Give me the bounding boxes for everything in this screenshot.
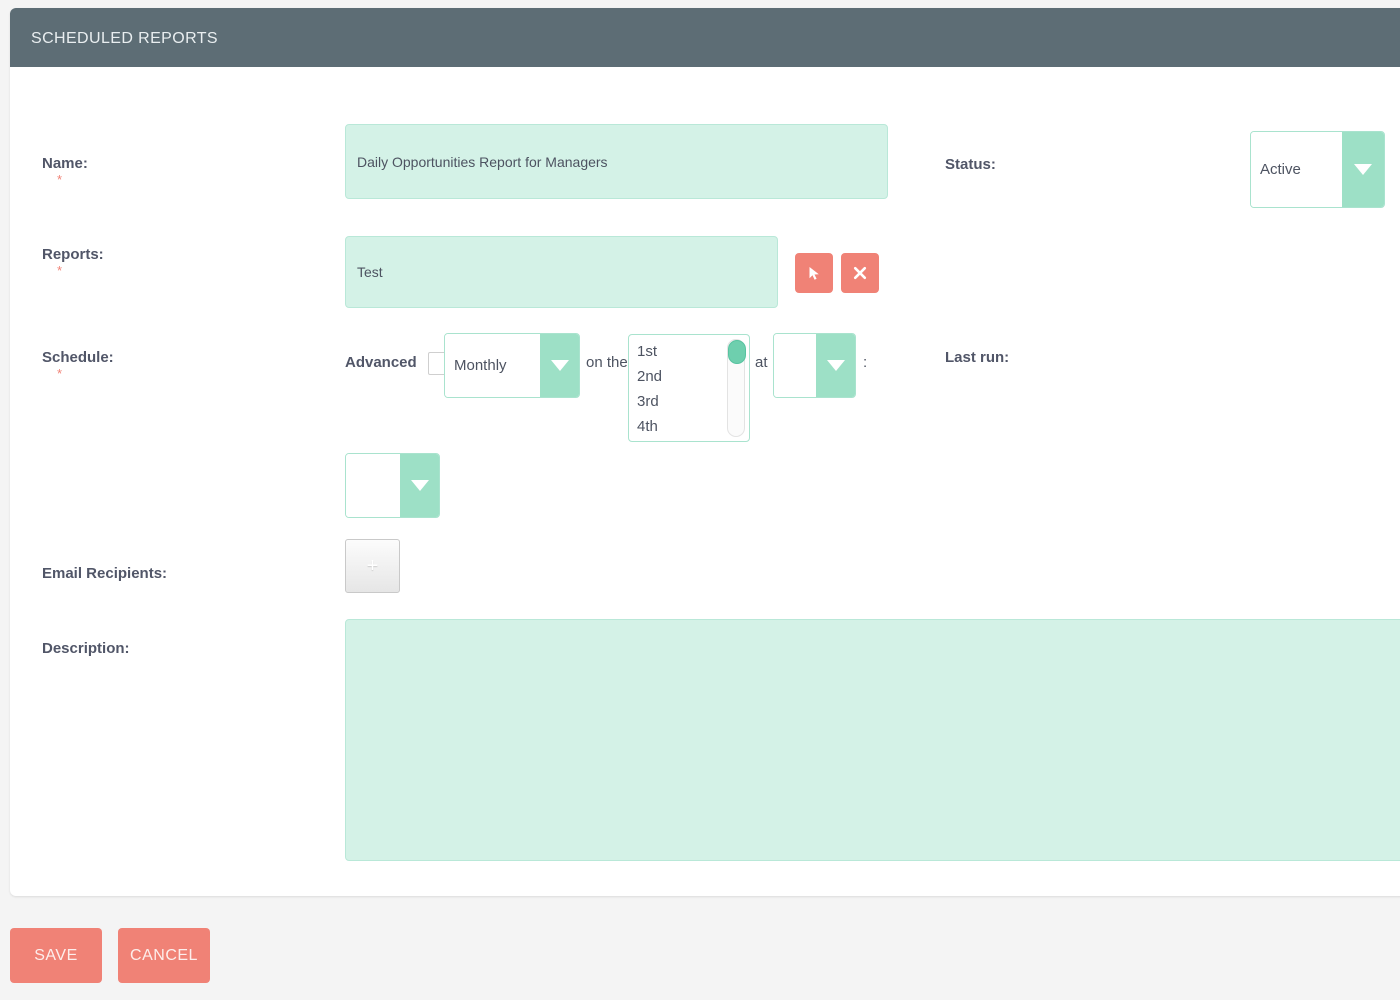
reports-label: Reports:: [42, 246, 104, 263]
chevron-down-icon: [827, 360, 845, 371]
description-textarea[interactable]: [345, 619, 1400, 861]
minute-select-value: [346, 454, 400, 517]
listbox-scrollbar[interactable]: [727, 339, 745, 437]
reports-required-asterisk: *: [57, 264, 62, 277]
name-label: Name:: [42, 155, 88, 172]
close-icon: [853, 266, 867, 280]
frequency-select-tab[interactable]: [540, 334, 579, 397]
status-select-tab[interactable]: [1342, 132, 1384, 207]
status-select-value: Active: [1251, 132, 1342, 207]
frequency-select[interactable]: Monthly: [444, 333, 580, 398]
last-run-label: Last run:: [945, 349, 1009, 366]
plus-icon: +: [367, 556, 379, 576]
reports-select-button[interactable]: [795, 253, 833, 293]
hour-select[interactable]: [773, 333, 856, 398]
advanced-label: Advanced: [345, 354, 417, 371]
minute-select[interactable]: [345, 453, 440, 518]
listbox-option[interactable]: 3rd: [637, 393, 659, 410]
name-input-value: Daily Opportunities Report for Managers: [357, 154, 608, 170]
scheduled-reports-card: SCHEDULED REPORTS Name: * Daily Opportun…: [10, 8, 1400, 896]
chevron-down-icon: [411, 480, 429, 491]
reports-input[interactable]: Test: [345, 236, 778, 308]
at-label: at: [755, 354, 768, 371]
add-email-recipient-button[interactable]: +: [345, 539, 400, 593]
on-the-label: on the: [586, 354, 628, 371]
hour-select-value: [774, 334, 816, 397]
hour-select-tab[interactable]: [816, 334, 855, 397]
reports-input-value: Test: [357, 264, 383, 280]
save-button[interactable]: SAVE: [10, 928, 102, 983]
schedule-required-asterisk: *: [57, 367, 62, 380]
schedule-label: Schedule:: [42, 349, 114, 366]
card-header: SCHEDULED REPORTS: [10, 8, 1400, 67]
page-title: SCHEDULED REPORTS: [31, 30, 218, 48]
name-required-asterisk: *: [57, 173, 62, 186]
name-input[interactable]: Daily Opportunities Report for Managers: [345, 124, 888, 199]
listbox-scrollbar-thumb[interactable]: [728, 340, 746, 364]
ordinal-listbox[interactable]: 1st 2nd 3rd 4th: [628, 334, 750, 442]
pointer-icon: [808, 266, 821, 281]
status-select[interactable]: Active: [1250, 131, 1385, 208]
frequency-select-value: Monthly: [445, 334, 540, 397]
minute-select-tab[interactable]: [400, 454, 439, 517]
listbox-option[interactable]: 2nd: [637, 368, 662, 385]
listbox-option[interactable]: 1st: [637, 343, 657, 360]
time-separator: :: [863, 354, 867, 371]
reports-clear-button[interactable]: [841, 253, 879, 293]
status-label: Status:: [945, 156, 996, 173]
chevron-down-icon: [1354, 164, 1372, 175]
cancel-button[interactable]: CANCEL: [118, 928, 210, 983]
listbox-option[interactable]: 4th: [637, 418, 658, 435]
email-recipients-label: Email Recipients:: [42, 565, 167, 582]
scheduled-reports-page: SCHEDULED REPORTS Name: * Daily Opportun…: [0, 0, 1400, 1000]
chevron-down-icon: [551, 360, 569, 371]
description-label: Description:: [42, 640, 130, 657]
